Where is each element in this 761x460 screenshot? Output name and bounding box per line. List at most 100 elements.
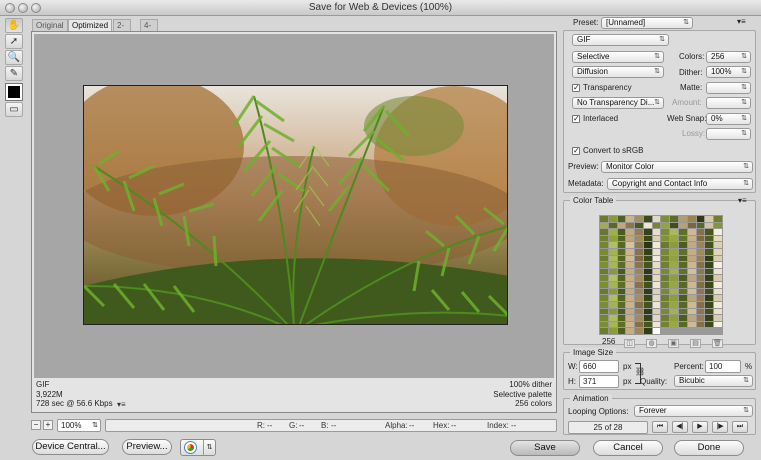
color-swatch[interactable] <box>643 249 652 255</box>
color-swatch[interactable] <box>687 216 696 222</box>
color-swatch[interactable] <box>661 282 670 288</box>
color-swatch[interactable] <box>626 282 635 288</box>
color-swatch[interactable] <box>705 255 714 262</box>
color-swatch[interactable] <box>600 229 608 235</box>
color-swatch[interactable] <box>626 295 635 301</box>
color-swatch[interactable] <box>670 255 679 262</box>
zoom-out-button[interactable]: − <box>31 420 41 430</box>
color-swatch[interactable] <box>705 282 714 288</box>
color-swatch[interactable] <box>608 222 617 229</box>
color-swatch[interactable] <box>705 216 714 222</box>
height-input[interactable]: 371 <box>579 375 619 388</box>
color-swatch[interactable] <box>714 222 722 229</box>
color-swatch[interactable] <box>652 282 661 288</box>
color-swatch[interactable] <box>635 255 643 262</box>
color-swatch[interactable] <box>626 308 635 315</box>
color-swatch[interactable] <box>608 328 617 334</box>
color-reduction-select[interactable]: Selective ⇅ <box>572 51 664 63</box>
color-swatch[interactable] <box>714 216 722 222</box>
tab-original[interactable]: Original <box>32 19 68 31</box>
color-swatch[interactable] <box>696 288 705 295</box>
color-swatch[interactable] <box>652 222 661 229</box>
color-swatch[interactable] <box>679 321 687 328</box>
transparency-dither-select[interactable]: No Transparency Di... ⇅ <box>572 97 664 109</box>
color-swatch[interactable] <box>679 235 687 242</box>
next-frame-icon[interactable]: |▶ <box>712 421 728 433</box>
color-swatch[interactable] <box>617 268 626 275</box>
color-swatch[interactable] <box>617 262 626 268</box>
color-swatch[interactable] <box>696 268 705 275</box>
color-swatch[interactable] <box>661 242 670 249</box>
color-swatch[interactable] <box>687 262 696 268</box>
previous-frame-icon[interactable]: ◀| <box>672 421 688 433</box>
color-swatch[interactable] <box>679 242 687 249</box>
color-swatch[interactable] <box>705 262 714 268</box>
color-swatch[interactable] <box>714 262 722 268</box>
color-swatch[interactable] <box>696 255 705 262</box>
color-swatch[interactable] <box>705 321 714 328</box>
color-swatch[interactable] <box>714 308 722 315</box>
color-swatch[interactable] <box>679 222 687 229</box>
color-swatch[interactable] <box>679 288 687 295</box>
color-swatch[interactable] <box>626 242 635 249</box>
color-swatch[interactable] <box>643 315 652 321</box>
color-swatch[interactable] <box>687 249 696 255</box>
done-button[interactable]: Done <box>674 440 744 456</box>
color-swatch[interactable] <box>608 275 617 282</box>
color-swatch[interactable] <box>600 288 608 295</box>
color-swatch[interactable] <box>608 235 617 242</box>
color-swatch[interactable] <box>652 328 661 334</box>
color-swatch[interactable] <box>661 275 670 282</box>
preview-in-browser-button[interactable]: Preview... <box>122 439 172 455</box>
tab-2-up[interactable]: 2-Up <box>113 19 132 42</box>
color-swatch[interactable] <box>670 262 679 268</box>
quality-select[interactable]: Bicubic ⇅ <box>674 375 753 387</box>
color-swatch[interactable] <box>670 222 679 229</box>
color-swatch[interactable] <box>652 216 661 222</box>
color-swatch[interactable] <box>696 249 705 255</box>
color-swatch[interactable] <box>687 242 696 249</box>
device-central-button[interactable]: Device Central... <box>32 439 109 455</box>
first-frame-icon[interactable]: ⏮ <box>652 421 668 433</box>
color-swatch[interactable] <box>626 229 635 235</box>
color-swatch[interactable] <box>617 315 626 321</box>
color-swatch[interactable] <box>714 295 722 301</box>
color-swatch[interactable] <box>652 295 661 301</box>
color-swatch[interactable] <box>635 242 643 249</box>
color-swatch[interactable] <box>635 328 643 334</box>
color-swatch[interactable] <box>608 216 617 222</box>
color-swatch[interactable] <box>661 268 670 275</box>
color-swatch[interactable] <box>617 242 626 249</box>
color-swatch[interactable] <box>617 328 626 334</box>
color-swatch[interactable] <box>696 262 705 268</box>
color-swatch[interactable] <box>661 295 670 301</box>
color-swatch[interactable] <box>679 295 687 301</box>
looping-select[interactable]: Forever ⇅ <box>634 405 753 417</box>
color-swatch[interactable] <box>670 268 679 275</box>
color-swatch[interactable] <box>608 249 617 255</box>
map-transparent-icon[interactable]: ◫ <box>624 339 635 348</box>
color-swatch[interactable] <box>696 295 705 301</box>
color-swatch[interactable] <box>696 282 705 288</box>
color-swatch[interactable] <box>643 216 652 222</box>
color-swatch[interactable] <box>687 229 696 235</box>
color-swatch[interactable] <box>608 288 617 295</box>
color-swatch[interactable] <box>626 275 635 282</box>
color-swatch[interactable] <box>679 275 687 282</box>
color-swatch[interactable] <box>617 282 626 288</box>
color-swatch[interactable] <box>600 268 608 275</box>
dither-select[interactable]: 100% ⇅ <box>706 66 751 78</box>
color-swatch[interactable] <box>670 275 679 282</box>
color-swatch[interactable] <box>617 295 626 301</box>
color-swatch[interactable] <box>600 242 608 249</box>
color-swatch[interactable] <box>600 249 608 255</box>
color-swatch[interactable] <box>635 249 643 255</box>
color-swatch[interactable] <box>661 229 670 235</box>
color-swatch[interactable] <box>626 268 635 275</box>
color-swatch[interactable] <box>714 249 722 255</box>
color-swatch[interactable] <box>635 229 643 235</box>
play-icon[interactable]: ▶ <box>692 421 708 433</box>
color-swatch[interactable] <box>687 321 696 328</box>
color-swatch[interactable] <box>600 275 608 282</box>
color-swatch[interactable] <box>617 216 626 222</box>
